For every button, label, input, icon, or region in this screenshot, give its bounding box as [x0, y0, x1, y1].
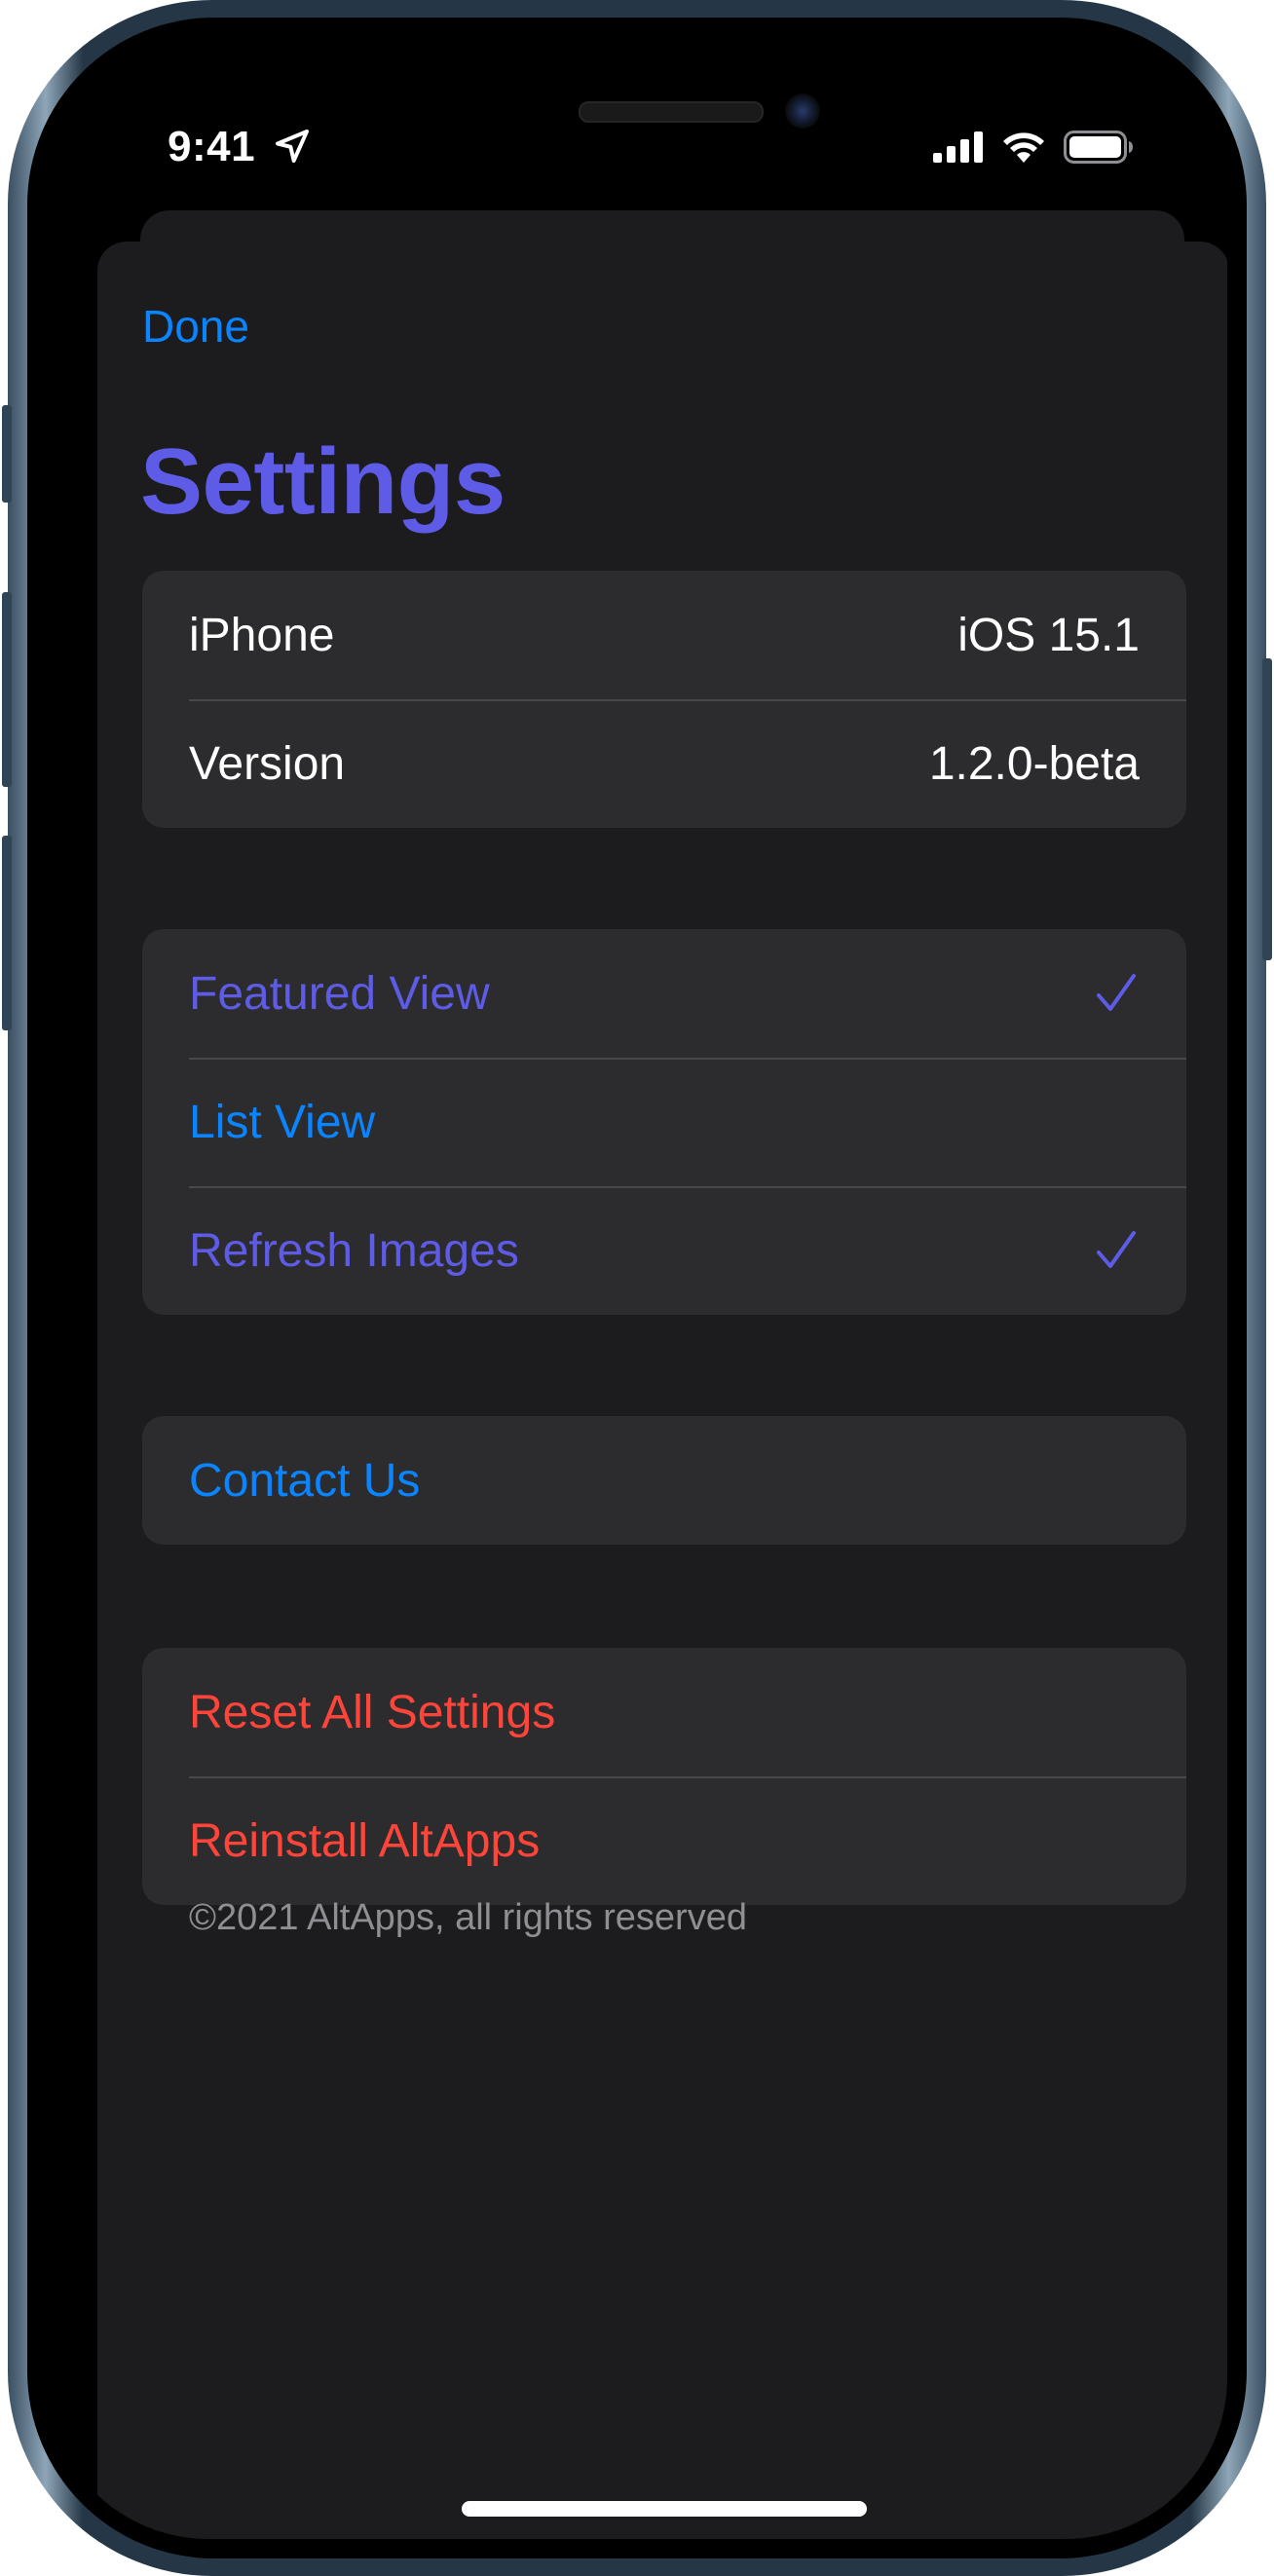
settings-sheet: Done Settings iPhone iOS 15.1 Version 1.…	[97, 242, 1227, 2539]
device-frame: 9:41 Done Settings iPhone iOS 15.1 Versi…	[2, 0, 1272, 2576]
screen: 9:41 Done Settings iPhone iOS 15.1 Versi…	[47, 37, 1227, 2539]
contact-us-button[interactable]: Contact Us	[142, 1416, 1186, 1545]
checkmark-icon	[1097, 1231, 1136, 1268]
contact-group: Contact Us	[142, 1416, 1186, 1545]
refresh-images-option[interactable]: Refresh Images	[142, 1186, 1186, 1315]
reset-all-settings-button[interactable]: Reset All Settings	[142, 1648, 1186, 1776]
battery-icon	[1064, 131, 1133, 164]
location-arrow-icon	[276, 130, 309, 163]
reinstall-altapps-button[interactable]: Reinstall AltApps	[142, 1776, 1186, 1905]
home-indicator[interactable]	[462, 2501, 867, 2517]
side-button-volume-down	[2, 836, 12, 1030]
reinstall-label: Reinstall AltApps	[189, 1814, 541, 1867]
side-button-silent	[2, 405, 12, 503]
featured-view-option[interactable]: Featured View	[142, 929, 1186, 1058]
speaker-grille	[579, 101, 764, 123]
info-row-version: Version 1.2.0-beta	[142, 699, 1186, 828]
cellular-signal-icon	[933, 131, 983, 163]
option-label: List View	[189, 1096, 376, 1148]
option-label: Featured View	[189, 967, 490, 1020]
copyright-footer: ©2021 AltApps, all rights reserved	[189, 1897, 747, 1938]
reset-label: Reset All Settings	[189, 1686, 556, 1738]
info-row-value: iOS 15.1	[957, 609, 1140, 661]
side-button-power	[1262, 658, 1272, 960]
view-options-group: Featured View List View Refresh Images	[142, 929, 1186, 1315]
done-button[interactable]: Done	[142, 300, 249, 353]
device-bezel: 9:41 Done Settings iPhone iOS 15.1 Versi…	[27, 18, 1247, 2558]
wifi-icon	[1003, 132, 1044, 163]
reset-group: Reset All Settings Reinstall AltApps	[142, 1648, 1186, 1905]
status-icons	[933, 131, 1134, 164]
info-row-label: Version	[189, 737, 346, 790]
page-title: Settings	[140, 429, 506, 534]
status-time: 9:41	[168, 123, 256, 170]
contact-us-label: Contact Us	[189, 1454, 421, 1507]
side-button-volume-up	[2, 592, 12, 787]
info-row-iphone: iPhone iOS 15.1	[142, 571, 1186, 699]
device-info-group: iPhone iOS 15.1 Version 1.2.0-beta	[142, 571, 1186, 828]
notch	[345, 37, 929, 138]
info-row-label: iPhone	[189, 609, 335, 661]
checkmark-icon	[1097, 974, 1136, 1011]
front-camera	[785, 93, 820, 129]
info-row-value: 1.2.0-beta	[928, 737, 1140, 790]
list-view-option[interactable]: List View	[142, 1058, 1186, 1186]
option-label: Refresh Images	[189, 1224, 519, 1277]
